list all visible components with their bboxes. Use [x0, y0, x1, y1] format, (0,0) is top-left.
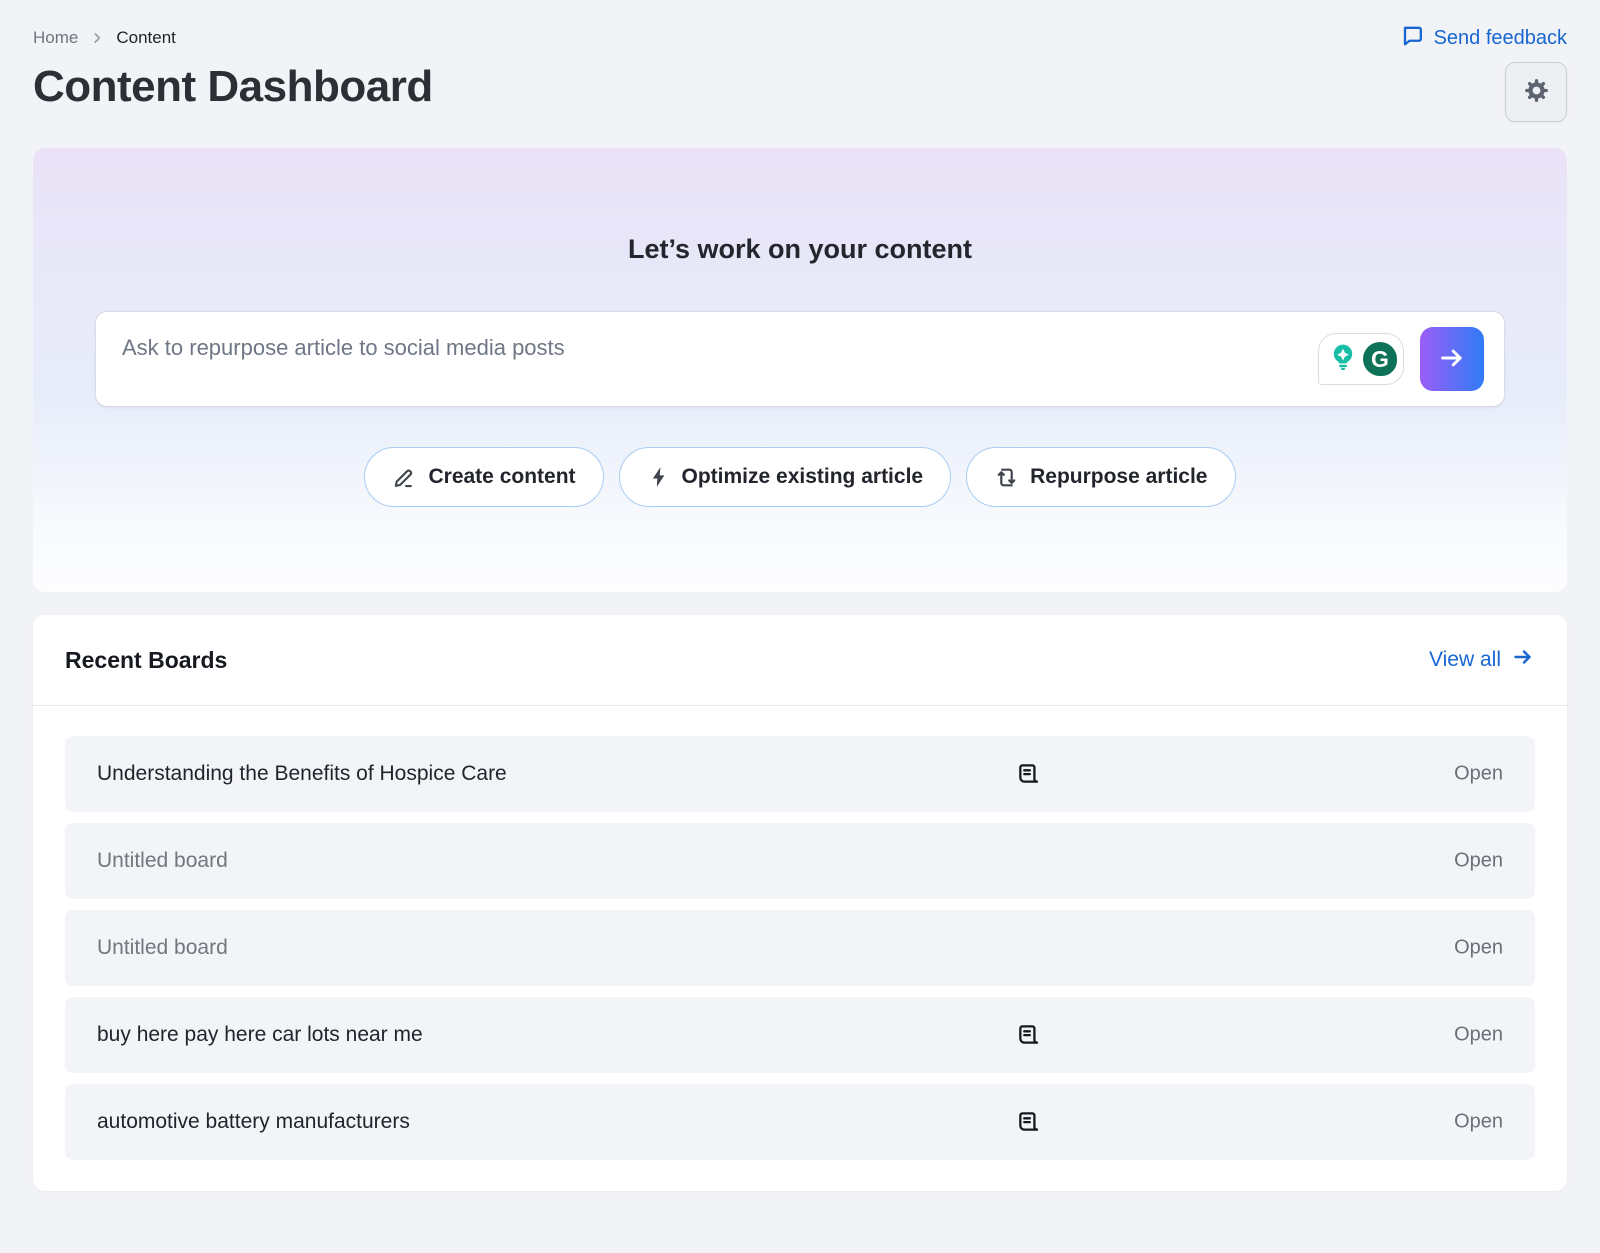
board-open-button[interactable]: Open — [1454, 850, 1503, 873]
repurpose-article-button[interactable]: Repurpose article — [966, 447, 1235, 507]
recent-boards-card: Recent Boards View all Understanding the… — [33, 615, 1567, 1191]
breadcrumb-home-link[interactable]: Home — [33, 28, 78, 48]
arrow-right-icon — [1511, 645, 1535, 675]
create-content-label: Create content — [428, 465, 575, 489]
pencil-icon — [392, 465, 417, 490]
board-title: Untitled board — [97, 936, 228, 960]
gear-icon — [1521, 75, 1552, 109]
top-bar: Home Content Send feedback — [33, 0, 1567, 52]
lightning-icon — [647, 465, 671, 489]
document-icon — [1016, 761, 1042, 787]
document-icon — [1016, 1109, 1042, 1135]
settings-button[interactable] — [1505, 62, 1567, 122]
boards-list: Understanding the Benefits of Hospice Ca… — [33, 706, 1567, 1160]
recent-boards-header: Recent Boards View all — [33, 615, 1567, 705]
hero-heading: Let’s work on your content — [95, 148, 1505, 265]
repurpose-icon — [994, 465, 1019, 490]
send-feedback-label: Send feedback — [1434, 27, 1567, 50]
optimize-article-button[interactable]: Optimize existing article — [619, 447, 952, 507]
board-row[interactable]: automotive battery manufacturers Open — [65, 1084, 1535, 1160]
board-open-button[interactable]: Open — [1454, 937, 1503, 960]
board-row[interactable]: buy here pay here car lots near me Open — [65, 997, 1535, 1073]
quick-actions-row: Create content Optimize existing article — [95, 447, 1505, 507]
board-row[interactable]: Untitled board Open — [65, 910, 1535, 986]
breadcrumb: Home Content — [33, 28, 176, 48]
board-open-button[interactable]: Open — [1454, 1111, 1503, 1134]
view-all-link[interactable]: View all — [1429, 645, 1535, 675]
board-title: Understanding the Benefits of Hospice Ca… — [97, 762, 507, 786]
recent-boards-title: Recent Boards — [65, 647, 227, 674]
breadcrumb-current: Content — [116, 28, 176, 48]
submit-prompt-button[interactable] — [1420, 327, 1484, 391]
board-title: automotive battery manufacturers — [97, 1110, 410, 1134]
repurpose-article-label: Repurpose article — [1030, 465, 1207, 489]
board-title: buy here pay here car lots near me — [97, 1023, 423, 1047]
board-open-button[interactable]: Open — [1454, 1024, 1503, 1047]
board-open-button[interactable]: Open — [1454, 763, 1503, 786]
title-row: Content Dashboard — [33, 62, 1567, 122]
grammarly-logo-icon: G — [1363, 342, 1397, 376]
lightbulb-suggestion-icon — [1327, 341, 1359, 378]
optimize-article-label: Optimize existing article — [682, 465, 924, 489]
feedback-bubble-icon — [1400, 23, 1425, 54]
send-feedback-button[interactable]: Send feedback — [1400, 23, 1567, 54]
board-row[interactable]: Understanding the Benefits of Hospice Ca… — [65, 736, 1535, 812]
ai-prompt-input[interactable] — [96, 312, 1504, 406]
page-title: Content Dashboard — [33, 62, 433, 112]
hero-banner: Let’s work on your content G — [33, 148, 1567, 592]
ai-prompt-box: G — [95, 311, 1505, 407]
chevron-right-icon — [90, 31, 104, 45]
board-title: Untitled board — [97, 849, 228, 873]
content-dashboard-page: Home Content Send feedback Content Dashb… — [0, 0, 1600, 1253]
arrow-right-icon — [1437, 343, 1467, 376]
view-all-label: View all — [1429, 648, 1501, 672]
create-content-button[interactable]: Create content — [364, 447, 603, 507]
board-row[interactable]: Untitled board Open — [65, 823, 1535, 899]
document-icon — [1016, 1022, 1042, 1048]
grammarly-extension-badge[interactable]: G — [1318, 333, 1404, 385]
